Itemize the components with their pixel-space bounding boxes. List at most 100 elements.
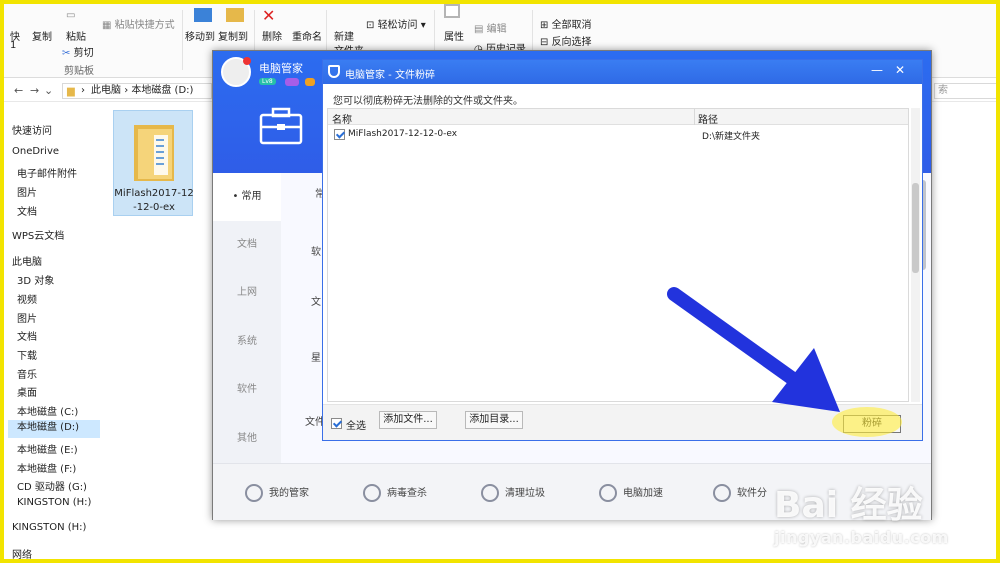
virus-scan-button[interactable]: 病毒查杀 [363,484,427,502]
scissors-icon: ✂ [62,48,71,59]
tool-label: 文 [311,297,321,308]
tab-other[interactable]: 其他 [213,415,281,463]
column-path[interactable]: 路径 [698,111,718,126]
nav-documents-pc[interactable]: 文档 [17,328,37,343]
nav-cd-drive[interactable]: CD 驱动器 (G:) [17,478,87,493]
clipboard-group-label: 剪贴板 [64,66,94,77]
my-manager-button[interactable]: 我的管家 [245,484,309,502]
nav-disk-c[interactable]: 本地磁盘 (C:) [17,403,78,418]
tab-documents[interactable]: 文档 [213,221,281,269]
column-name[interactable]: 名称 [332,111,352,126]
column-divider[interactable] [694,109,695,125]
edit-button[interactable]: ▤ 编辑 [474,20,507,35]
nav-pictures-pc[interactable]: 图片 [17,310,37,325]
nav-pictures[interactable]: 图片 [17,184,37,199]
easy-access-button[interactable]: ⊡ 轻松访问 ▾ [366,16,426,31]
pin-label-2: 1 [10,40,17,51]
speed-up-button[interactable]: 电脑加速 [599,484,663,502]
nav-kingston-1[interactable]: KINGSTON (H:) [17,497,91,508]
properties-button[interactable]: 属性 [444,28,464,43]
delete-icon: ✕ [262,6,276,25]
clean-junk-label: 清理垃圾 [505,488,545,499]
nav-desktop[interactable]: 桌面 [17,384,37,399]
paste-label[interactable]: 粘贴 [66,28,86,43]
broom-icon [481,484,499,502]
cut-label: 剪切 [73,48,94,59]
rename-button[interactable]: 重命名 [292,28,322,43]
nav-videos[interactable]: 视频 [17,291,37,306]
tab-system[interactable]: 系统 [213,318,281,366]
paste-shortcut-button[interactable]: ▦ 粘贴快捷方式 [102,16,175,31]
pc-manager-title: 电脑管家 [259,62,303,75]
nav-disk-f[interactable]: 本地磁盘 (F:) [17,460,76,475]
move-to-button[interactable]: 移动到 [185,28,215,43]
close-icon[interactable]: ✕ [895,63,905,77]
chevron-down-icon[interactable]: ⌄ [44,84,53,97]
paste-button[interactable]: ▭ [66,10,75,21]
screen-frame: 快 1 复制 ▭ 粘贴 ▦ 粘贴快捷方式 ✂ 剪切 剪贴板 移动到 复制到 ✕ … [0,0,1000,563]
forward-arrow-icon[interactable]: → [30,84,39,97]
breadcrumb-local-disk[interactable]: 本地磁盘 (D:) [131,85,193,96]
invert-selection-button[interactable]: ⊟ 反向选择 [540,33,592,48]
easy-access-label: 轻松访问 [377,20,418,31]
virus-scan-label: 病毒查杀 [387,488,427,499]
nav-downloads[interactable]: 下载 [17,347,37,362]
nav-disk-d[interactable]: 本地磁盘 (D:) [8,420,100,438]
level-badge: Lv8 [259,78,276,85]
select-none-label: 全部取消 [551,20,592,31]
nav-kingston-2[interactable]: KINGSTON (H:) [12,522,86,533]
scrollbar-thumb[interactable] [912,183,919,273]
nav-onedrive[interactable]: OneDrive [12,146,59,157]
add-directory-button[interactable]: 添加目录... [465,411,523,429]
folder-icon [134,125,174,181]
nav-documents[interactable]: 文档 [17,203,37,218]
nav-music[interactable]: 音乐 [17,366,37,381]
tab-software[interactable]: 软件 [213,366,281,414]
copy-to-button[interactable]: 复制到 [218,28,248,43]
software-button[interactable]: 软件分 [713,484,767,502]
dialog-scrollbar[interactable] [911,108,920,402]
copy-button[interactable]: 复制 [32,28,52,43]
table-row[interactable]: MiFlash2017-12-12-0-ex D:\新建文件夹 [328,127,908,142]
annotation-arrow-icon [667,287,840,412]
tab-internet[interactable]: 上网 [213,269,281,317]
row-checkbox[interactable] [334,129,345,140]
tab-common-label: 常用 [241,191,262,202]
tab-common[interactable]: • 常用 [213,173,281,221]
select-all-checkbox[interactable] [331,418,342,429]
add-file-button[interactable]: 添加文件... [379,411,437,429]
nav-quick-access[interactable]: 快速访问 [12,122,52,137]
nav-email-attachments[interactable]: 电子邮件附件 [17,165,77,180]
clean-junk-button[interactable]: 清理垃圾 [481,484,545,502]
my-manager-label: 我的管家 [269,488,309,499]
breadcrumb-this-pc[interactable]: 此电脑 [91,85,121,96]
nav-3d-objects[interactable]: 3D 对象 [17,272,54,287]
nav-this-pc[interactable]: 此电脑 [12,253,42,268]
badge-icon [285,78,299,86]
select-all-label[interactable]: 全选 [346,417,366,432]
folder-item[interactable]: MiFlash2017-12 -12-0-ex [113,110,194,216]
search-input[interactable]: 索 [934,83,996,99]
paste-icon: ▭ [66,10,76,21]
address-path[interactable]: ▆ › 此电脑 › 本地磁盘 (D:) [62,83,212,99]
invert-selection-icon: ⊟ [540,37,552,48]
folder-name-line2: -12-0-ex [133,202,175,213]
select-none-button[interactable]: ⊞ 全部取消 [540,16,592,31]
minimize-icon[interactable]: — [871,63,883,77]
nav-wps-cloud[interactable]: WPS云文档 [12,227,64,242]
edit-icon: ▤ [474,24,487,35]
avatar[interactable] [221,57,251,87]
nav-network[interactable]: 网络 [12,546,32,559]
cut-button[interactable]: ✂ 剪切 [62,44,94,59]
tool-label: 软 [311,247,321,258]
delete-button[interactable]: 删除 [262,28,282,43]
move-to-icon [194,8,212,22]
back-arrow-icon[interactable]: ← [14,84,23,97]
navigation-pane: 快速访问 OneDrive 电子邮件附件 图片 文档 WPS云文档 此电脑 3D… [4,104,104,559]
user-icon [245,484,263,502]
new-folder-button-a[interactable]: 新建 [334,28,354,43]
nav-disk-e[interactable]: 本地磁盘 (E:) [17,441,78,456]
lightning-icon [363,484,381,502]
invert-selection-label: 反向选择 [551,37,592,48]
ribbon-separator [182,10,183,70]
